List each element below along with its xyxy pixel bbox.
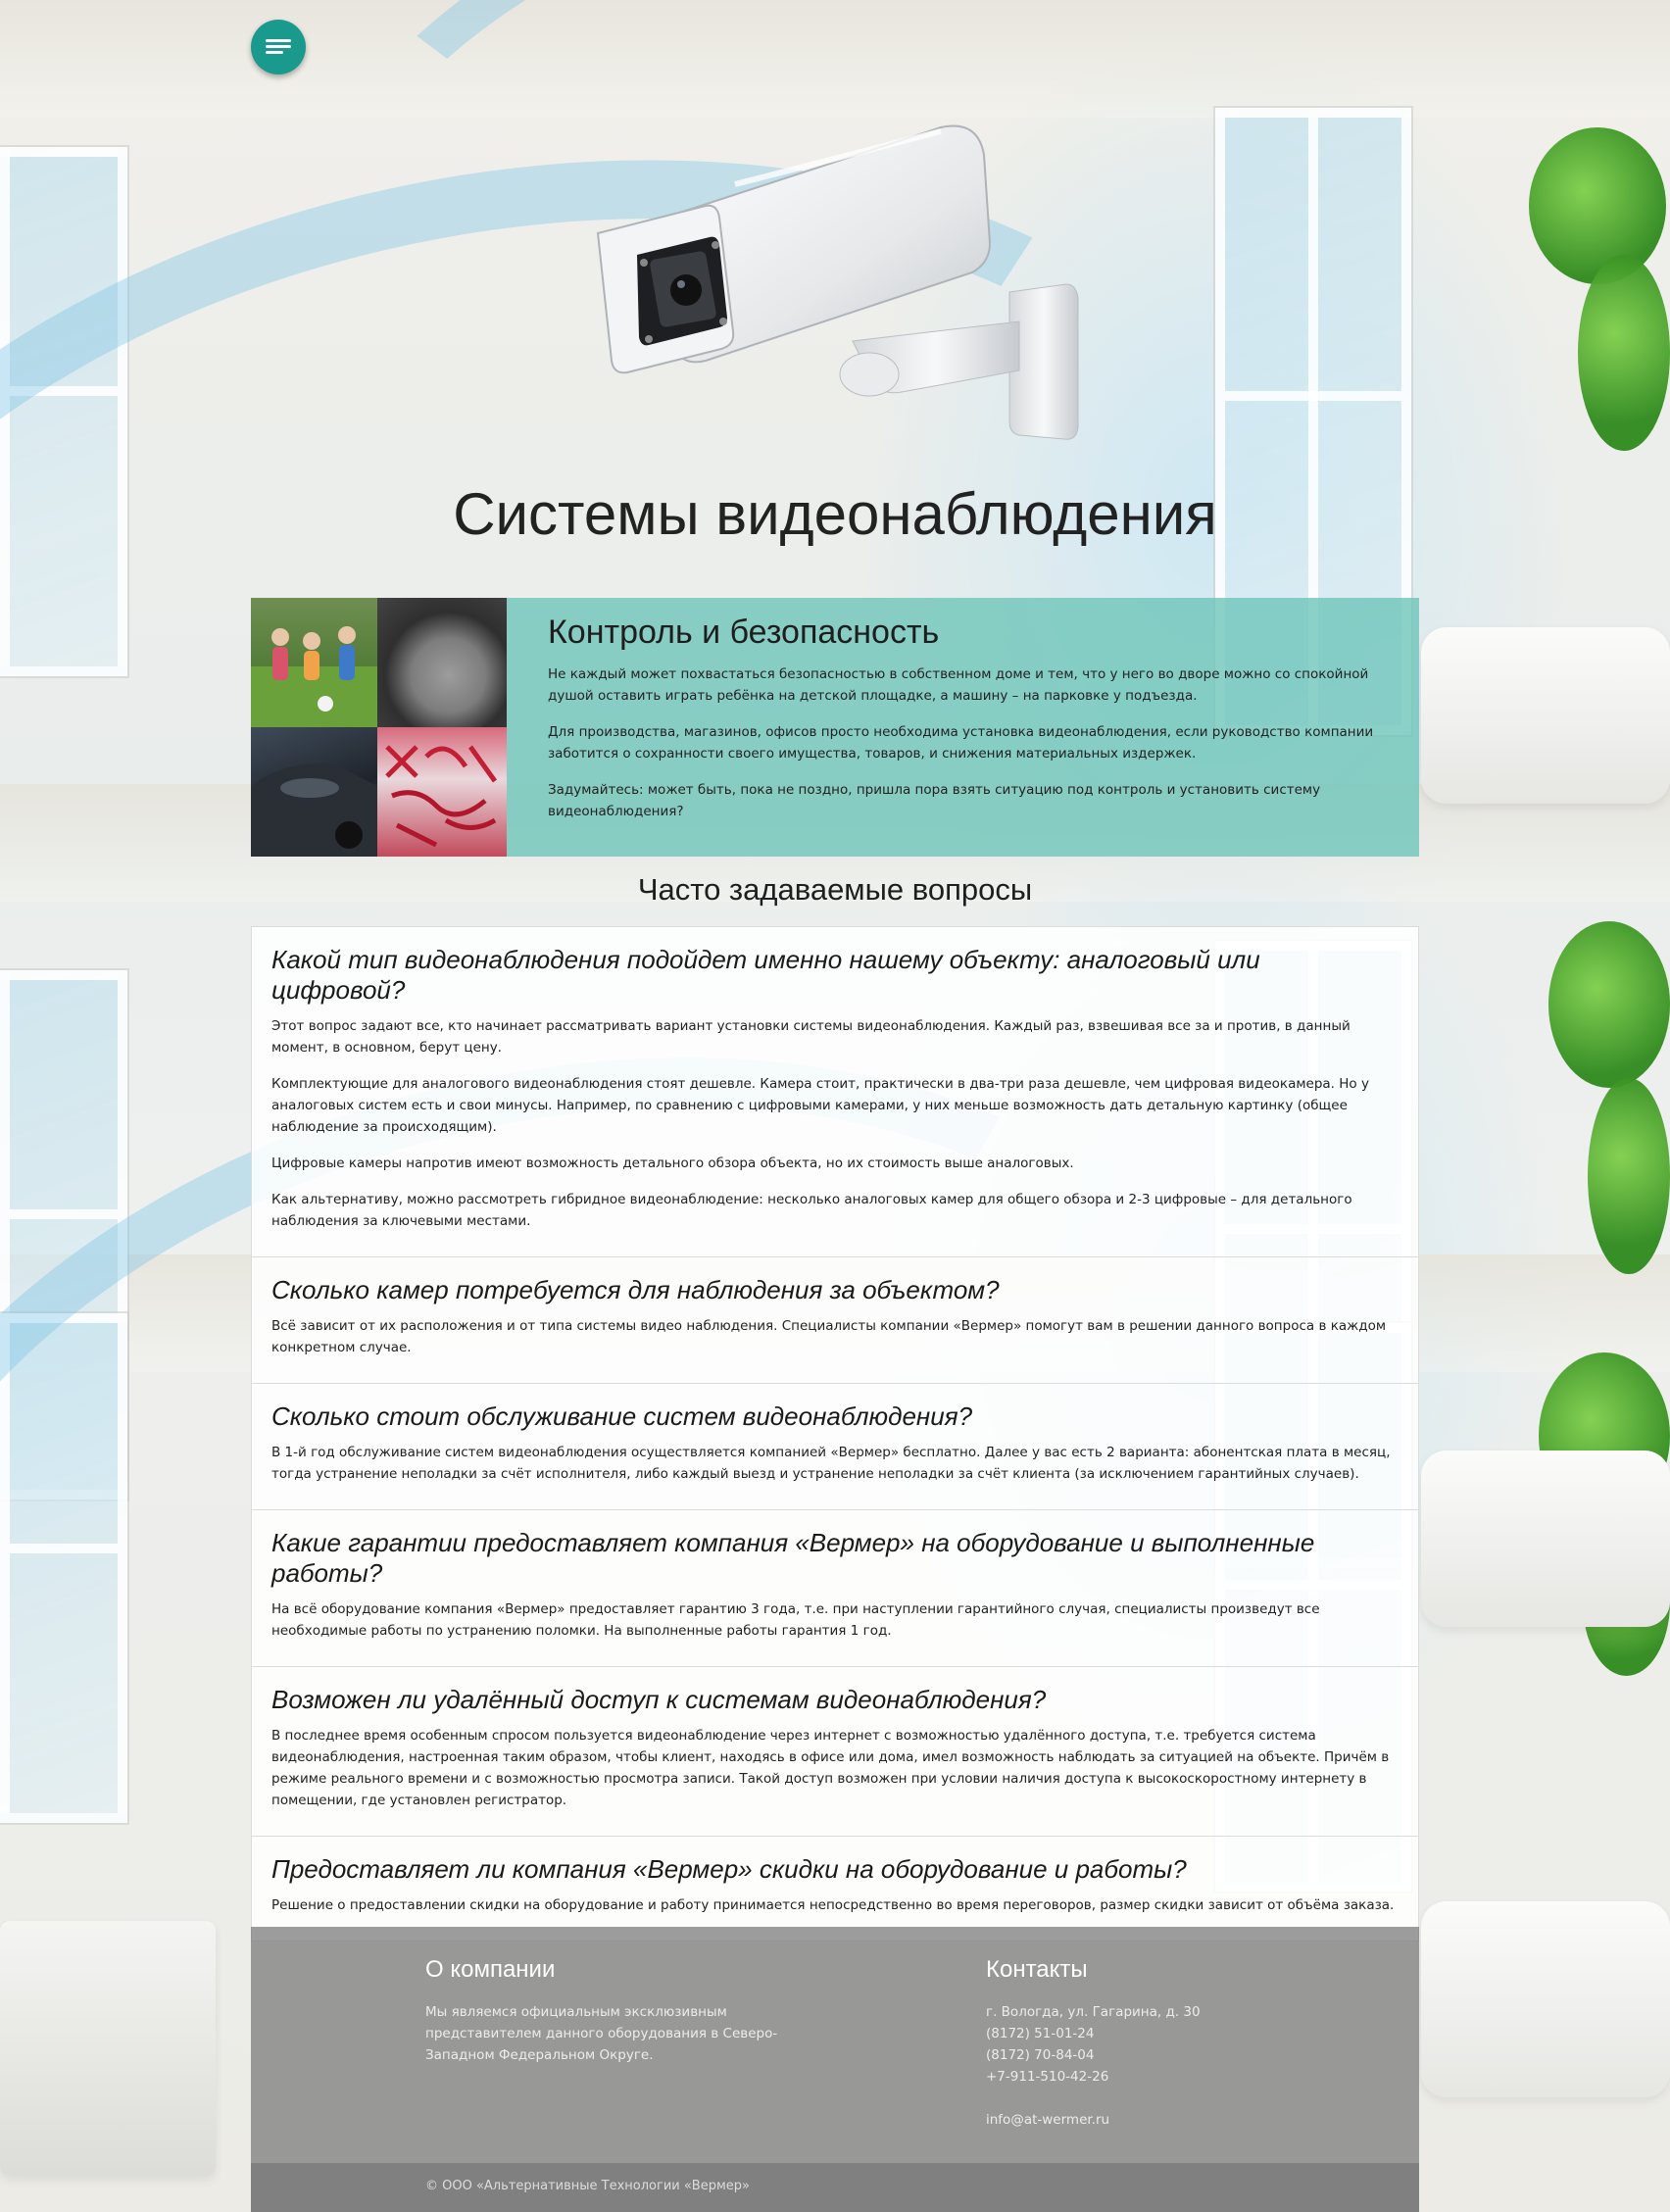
sofa <box>1421 1901 1670 2097</box>
faq-answer: В 1-й год обслуживание систем видеонаблю… <box>271 1445 1391 1482</box>
plant-foliage <box>1529 127 1666 284</box>
faq-question: Возможен ли удалённый доступ к системам … <box>271 1685 1047 1714</box>
faq-item: Предоставляет ли компания «Вермер» скидк… <box>251 1836 1419 1942</box>
faq-question: Сколько камер потребуется для наблюдения… <box>271 1275 1000 1304</box>
faq-answer: В последнее время особенным спросом поль… <box>271 1728 1390 1808</box>
footer-phone[interactable]: +7-911-510-42-26 <box>986 2066 1339 2088</box>
plant-foliage <box>1578 255 1670 451</box>
sofa <box>1421 1450 1670 1627</box>
security-photo-collage <box>251 598 507 857</box>
faq-answer: Решение о предоставлении скидки на обору… <box>271 1897 1395 1913</box>
faq-item: Сколько камер потребуется для наблюдения… <box>251 1256 1419 1383</box>
faq-answer: Этот вопрос задают все, кто начинает рас… <box>271 1018 1351 1056</box>
cctv-camera-illustration <box>596 124 1079 440</box>
chair <box>0 1921 216 2176</box>
footer-address: г. Вологда, ул. Гагарина, д. 30 <box>986 2004 1201 2020</box>
plant-foliage <box>1588 1078 1670 1274</box>
footer-bottom-bar: © ООО «Альтернативные Технологии «Вермер… <box>251 2163 1419 2212</box>
footer-about-title: О компании <box>425 1956 556 1983</box>
faq-question: Какие гарантии предоставляет компания «В… <box>271 1528 1315 1588</box>
faq-answer: На всё оборудование компания «Вермер» пр… <box>271 1601 1320 1639</box>
footer-contacts: Контакты г. Вологда, ул. Гагарина, д. 30… <box>986 1956 1339 2131</box>
footer-about-text: Мы являемся официальным эксклюзивным пре… <box>425 2004 778 2063</box>
footer-about: О компании Мы являемся официальным экскл… <box>425 1956 798 2066</box>
security-title: Контроль и безопасность <box>548 614 940 651</box>
faq-question: Предоставляет ли компания «Вермер» скидк… <box>271 1854 1187 1884</box>
sofa <box>1421 627 1670 804</box>
children-playing-photo <box>251 598 377 727</box>
faq-item: Сколько стоит обслуживание систем видеон… <box>251 1383 1419 1509</box>
page-title: Системы видеонаблюдения <box>453 481 1217 547</box>
faq-item: Какие гарантии предоставляет компания «В… <box>251 1509 1419 1666</box>
faq-question: Какой тип видеонаблюдения подойдет именн… <box>271 945 1260 1005</box>
faq-list: Какой тип видеонаблюдения подойдет именн… <box>251 926 1419 1942</box>
footer-contacts-title: Контакты <box>986 1956 1088 1983</box>
footer-phone[interactable]: (8172) 70-84-04 <box>986 2044 1339 2066</box>
copyright-text: © ООО «Альтернативные Технологии «Вермер… <box>425 2179 750 2193</box>
footer-phone[interactable]: (8172) 51-01-24 <box>986 2023 1339 2044</box>
damaged-car-photo <box>251 727 377 857</box>
security-section: Контроль и безопасность Не каждый может … <box>251 598 1419 857</box>
security-paragraph: Не каждый может похвастаться безопасност… <box>548 666 1369 704</box>
faq-answer: Комплектующие для аналогового видеонаблю… <box>271 1076 1369 1135</box>
security-paragraph: Задумайтесь: может быть, пока не поздно,… <box>548 782 1321 819</box>
security-text: Контроль и безопасность Не каждый может … <box>507 598 1419 857</box>
security-paragraph: Для производства, магазинов, офисов прос… <box>548 724 1374 762</box>
graffiti-photo <box>377 727 507 857</box>
thief-photo <box>377 598 507 727</box>
faq-title: Часто задаваемые вопросы <box>637 872 1033 907</box>
faq-item: Какой тип видеонаблюдения подойдет именн… <box>251 926 1419 1256</box>
menu-icon <box>266 38 291 56</box>
faq-answer: Как альтернативу, можно рассмотреть гибр… <box>271 1192 1352 1229</box>
faq-item: Возможен ли удалённый доступ к системам … <box>251 1666 1419 1836</box>
faq-question: Сколько стоит обслуживание систем видеон… <box>271 1401 973 1431</box>
plant-foliage <box>1548 921 1670 1088</box>
faq-answer: Цифровые камеры напротив имеют возможнос… <box>271 1155 1074 1171</box>
footer-email-link[interactable]: info@at-wermer.ru <box>986 2109 1339 2131</box>
footer: О компании Мы являемся официальным экскл… <box>251 1927 1419 2212</box>
menu-button[interactable] <box>251 20 306 74</box>
faq-answer: Всё зависит от их расположения и от типа… <box>271 1318 1387 1355</box>
